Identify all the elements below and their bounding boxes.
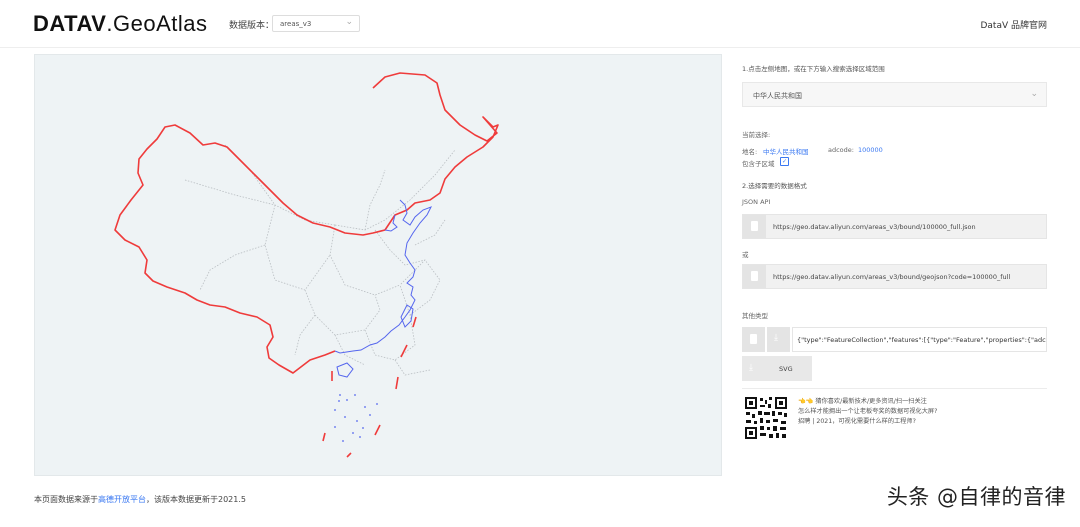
china-map[interactable] <box>35 55 723 477</box>
json-preview[interactable]: {"type":"FeatureCollection","features":[… <box>792 327 1047 352</box>
document-icon <box>751 271 758 281</box>
place-value: 中华人民共和国 <box>763 148 809 156</box>
map-panel[interactable] <box>34 54 722 476</box>
province-borders <box>184 144 456 376</box>
current-selection-label: 当前选择: <box>742 131 771 139</box>
hainan-island <box>336 362 354 378</box>
include-sub-label: 包含子区域 <box>742 160 775 168</box>
document-icon <box>750 334 757 344</box>
other-types-label: 其他类型 <box>742 312 768 320</box>
copy-json-button[interactable] <box>742 327 765 352</box>
step1-label: 1.点击左侧地图，或在下方输入搜索选择区域范围 <box>742 65 885 73</box>
coastline <box>334 199 433 354</box>
json-api-url[interactable]: https://geo.datav.aliyun.com/areas_v3/bo… <box>773 223 976 231</box>
version-select[interactable]: areas_v3 ⌄ <box>272 15 360 32</box>
amap-link[interactable]: 高德开放平台 <box>98 495 146 504</box>
json-api-row: https://geo.datav.aliyun.com/areas_v3/bo… <box>742 214 1047 239</box>
version-select-value: areas_v3 <box>280 20 312 28</box>
footer-text: ，该版本数据更新于2021.5 <box>146 495 246 504</box>
datav-logo[interactable]: DATAV.GeoAtlas <box>33 11 208 37</box>
download-svg-button[interactable]: ⤓ SVG <box>742 356 812 381</box>
include-sub-checkbox[interactable]: ✓ <box>780 157 789 166</box>
brand-site-link[interactable]: DataV 品牌官网 <box>980 18 1047 31</box>
nine-dash-line <box>322 316 417 458</box>
adcode-value: 100000 <box>858 146 883 154</box>
copy-button[interactable] <box>743 215 766 238</box>
promo-line: 👈👈 猜你喜欢/最新技术/更多资讯/扫一扫关注 <box>798 398 927 405</box>
south-sea-islands <box>334 394 378 442</box>
region-select[interactable]: 中华人民共和国 ⌄ <box>742 82 1047 107</box>
national-border <box>114 72 499 374</box>
svg-button-label: SVG <box>779 365 793 373</box>
chevron-down-icon: ⌄ <box>345 17 353 27</box>
step2-label: 2.选择需要的数据格式 <box>742 182 807 190</box>
watermark: 头条 @自律的音律 <box>886 485 1066 509</box>
header: DATAV.GeoAtlas 数据版本： areas_v3 ⌄ DataV 品牌… <box>0 0 1080 48</box>
download-icon: ⤓ <box>774 333 778 343</box>
qr-code <box>744 396 788 440</box>
or-label: 或 <box>742 251 749 259</box>
version-label: 数据版本： <box>229 21 275 31</box>
geojson-url[interactable]: https://geo.datav.aliyun.com/areas_v3/bo… <box>773 273 1010 281</box>
footer-text: 本页面数据来源于 <box>34 495 98 504</box>
download-icon: ⤓ <box>749 363 753 373</box>
panel-divider <box>742 388 1047 389</box>
promo-link[interactable]: 怎么样才能拥出一个让老板夸奖的数据可视化大屏? <box>798 407 937 417</box>
place-label: 地名: <box>742 148 758 156</box>
json-api-label: JSON API <box>742 198 771 206</box>
other-types-row: ⤓ {"type":"FeatureCollection","features"… <box>742 327 1047 352</box>
copy-button[interactable] <box>743 265 766 288</box>
chevron-down-icon: ⌄ <box>1030 89 1038 99</box>
download-json-button[interactable]: ⤓ <box>767 327 790 352</box>
promo-text: 👈👈 猜你喜欢/最新技术/更多资讯/扫一扫关注 怎么样才能拥出一个让老板夸奖的数… <box>798 397 937 427</box>
geojson-row: https://geo.datav.aliyun.com/areas_v3/bo… <box>742 264 1047 289</box>
document-icon <box>751 221 758 231</box>
header-divider <box>0 47 1080 48</box>
footer-note: 本页面数据来源于高德开放平台，该版本数据更新于2021.5 <box>34 494 246 505</box>
adcode-label: adcode: <box>828 146 854 154</box>
region-select-value: 中华人民共和国 <box>753 92 802 100</box>
promo-link[interactable]: 招聘 | 2021，可视化需要什么样的工程师? <box>798 417 937 427</box>
